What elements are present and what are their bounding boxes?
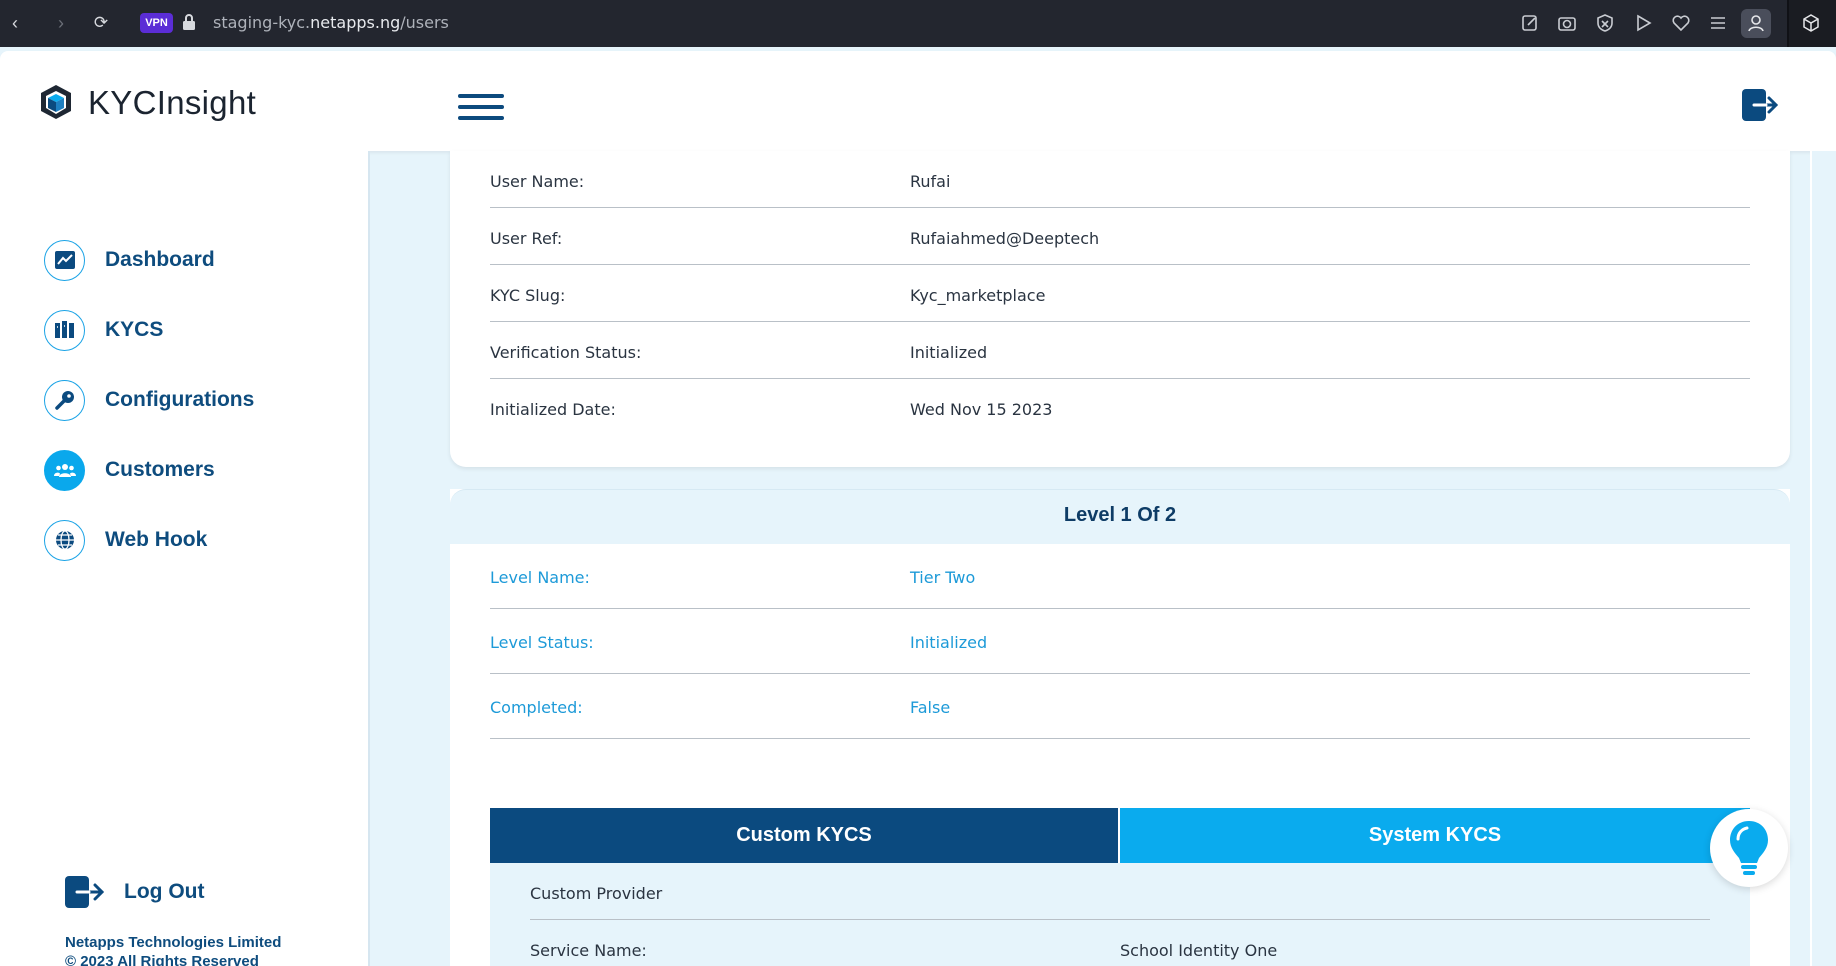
play-icon[interactable] <box>1632 12 1654 34</box>
level-row: Completed: False <box>490 674 1750 739</box>
detail-label: Initialized Date: <box>490 400 616 419</box>
tab-system-kycs[interactable]: System KYCS <box>1120 808 1750 863</box>
company-name: Netapps Technologies Limited <box>65 934 282 951</box>
logout-label: Log Out <box>124 880 205 903</box>
detail-value: Rufaiahmed@Deeptech <box>910 229 1100 248</box>
sidebar-item-label: Customers <box>105 458 215 481</box>
detail-value: Kyc_marketplace <box>910 286 1046 305</box>
detail-value: Wed Nov 15 2023 <box>910 400 1053 419</box>
level-title: Level 1 Of 2 <box>1063 504 1177 526</box>
sidebar-item-dashboard[interactable]: Dashboard <box>44 238 215 282</box>
detail-row: User Ref: Rufaiahmed@Deeptech <box>490 208 1750 265</box>
detail-label: KYC Slug: <box>490 286 566 305</box>
logout-icon[interactable] <box>1740 87 1780 123</box>
sidebar-item-configurations[interactable]: Configurations <box>44 378 254 422</box>
tab-custom-kycs[interactable]: Custom KYCS <box>490 808 1118 863</box>
users-icon <box>44 449 85 491</box>
sidebar-item-customers[interactable]: Customers <box>44 448 215 492</box>
detail-row: User Name: Rufai <box>490 151 1750 208</box>
custom-kycs-panel: Custom Provider Service Name: School Ide… <box>490 863 1750 966</box>
logout-icon <box>65 876 105 908</box>
provider-heading: Custom Provider <box>530 884 663 903</box>
kyc-icon <box>44 309 85 351</box>
level-label: Level Name: <box>490 568 590 587</box>
service-row: Service Name: School Identity One <box>530 920 1710 966</box>
logout-button[interactable]: Log Out <box>64 875 204 909</box>
sidebar-item-label: KYCS <box>105 318 164 341</box>
forward-icon[interactable]: › <box>50 12 72 34</box>
lightbulb-icon <box>1730 821 1768 875</box>
logo-icon <box>41 85 71 119</box>
detail-row: Verification Status: Initialized <box>490 322 1750 379</box>
globe-icon <box>44 519 85 561</box>
help-button[interactable] <box>1710 809 1788 887</box>
browser-toolbar: ‹ › ⟳ VPN staging-kyc.netapps.ng/users <box>0 0 1836 47</box>
detail-label: Verification Status: <box>490 343 642 362</box>
level-value: False <box>910 698 951 717</box>
copyright-text: © 2023 All Rights Reserved <box>65 953 259 966</box>
provider-row: Custom Provider <box>530 863 1710 920</box>
level-value: Initialized <box>910 633 988 652</box>
sidebar-item-label: Dashboard <box>105 248 215 271</box>
app-name: KYCInsight <box>88 84 257 121</box>
cube-icon[interactable] <box>1800 12 1822 34</box>
chart-icon <box>44 239 85 281</box>
camera-icon[interactable] <box>1556 12 1578 34</box>
app-header: KYCInsight <box>0 51 1836 151</box>
level-label: Completed: <box>490 698 583 717</box>
level-row: Level Name: Tier Two <box>490 544 1750 609</box>
level-label: Level Status: <box>490 633 594 652</box>
user-details-card: User Name: Rufai User Ref: Rufaiahmed@De… <box>450 151 1790 467</box>
detail-row: Initialized Date: Wed Nov 15 2023 <box>490 379 1750 436</box>
back-icon[interactable]: ‹ <box>4 12 26 34</box>
url-prefix: staging-kyc. <box>213 13 311 32</box>
profile-button[interactable] <box>1741 9 1771 38</box>
menu-toggle-button[interactable] <box>458 94 504 122</box>
key-icon <box>44 379 85 421</box>
scroll-gutter <box>1810 151 1836 966</box>
url-domain: netapps.ng <box>310 13 401 32</box>
url-path: /users <box>400 13 449 32</box>
level-value: Tier Two <box>910 568 976 587</box>
edit-icon[interactable] <box>1519 12 1541 34</box>
detail-label: User Ref: <box>490 229 563 248</box>
address-bar[interactable]: staging-kyc.netapps.ng/users <box>213 13 449 32</box>
sidebar-item-kycs[interactable]: KYCS <box>44 308 163 352</box>
kyc-tabs: Custom KYCS System KYCS <box>490 808 1750 863</box>
detail-row: KYC Slug: Kyc_marketplace <box>490 265 1750 322</box>
sidebar-item-web-hook[interactable]: Web Hook <box>44 518 207 562</box>
company-footer: Netapps Technologies Limited © 2023 All … <box>65 933 281 966</box>
user-icon <box>1748 15 1764 32</box>
service-value: School Identity One <box>1120 941 1278 960</box>
extensions-area <box>1787 0 1836 47</box>
menu-icon[interactable] <box>1707 12 1729 34</box>
app-viewport: KYCInsight Dashboard KYCS Configurations… <box>0 47 1836 966</box>
adblock-icon[interactable] <box>1594 12 1616 34</box>
sidebar-item-label: Configurations <box>105 388 255 411</box>
detail-value: Initialized <box>910 343 988 362</box>
sidebar-item-label: Web Hook <box>105 528 208 551</box>
detail-value: Rufai <box>910 172 951 191</box>
heart-icon[interactable] <box>1670 12 1692 34</box>
service-label: Service Name: <box>530 941 647 960</box>
vpn-badge[interactable]: VPN <box>140 13 173 33</box>
sidebar: Dashboard KYCS Configurations Customers … <box>0 151 370 966</box>
reload-icon[interactable]: ⟳ <box>90 12 112 34</box>
level-header: Level 1 Of 2 <box>450 489 1790 544</box>
detail-label: User Name: <box>490 172 585 191</box>
level-row: Level Status: Initialized <box>490 609 1750 674</box>
lock-icon <box>183 14 195 30</box>
level-card: Level 1 Of 2 Level Name: Tier Two Level … <box>450 489 1790 966</box>
